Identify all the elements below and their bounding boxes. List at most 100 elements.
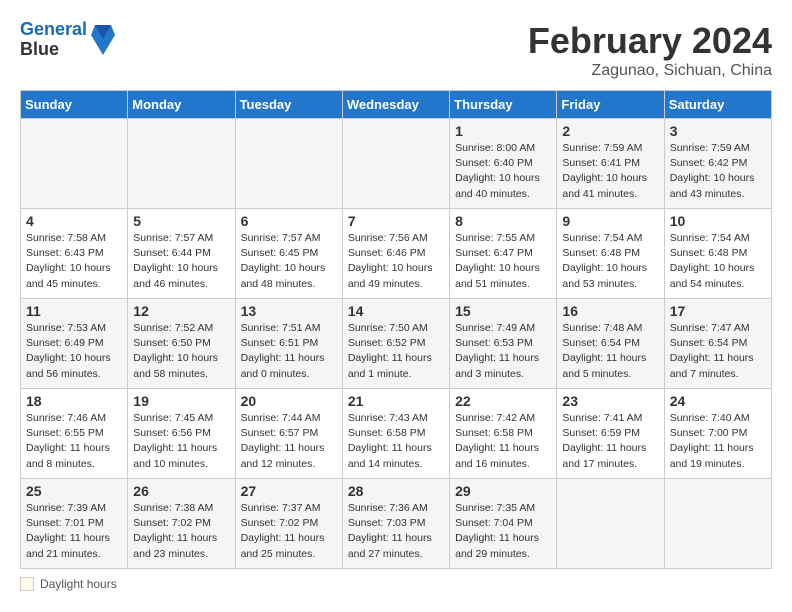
day-number: 11 <box>26 303 122 319</box>
calendar-cell: 19 Sunrise: 7:45 AM Sunset: 6:56 PM Dayli… <box>128 389 235 479</box>
day-number: 14 <box>348 303 444 319</box>
day-number: 17 <box>670 303 766 319</box>
day-number: 6 <box>241 213 337 229</box>
day-info: Sunrise: 7:47 AM Sunset: 6:54 PM Dayligh… <box>670 321 766 382</box>
day-info: Sunrise: 7:39 AM Sunset: 7:01 PM Dayligh… <box>26 501 122 562</box>
calendar-cell: 7Sunrise: 7:56 AM Sunset: 6:46 PM Daylig… <box>342 209 449 299</box>
calendar-cell: 18 Sunrise: 7:46 AM Sunset: 6:55 PM Dayli… <box>21 389 128 479</box>
day-number: 12 <box>133 303 229 319</box>
day-number: 18 <box>26 393 122 409</box>
day-info: Sunrise: 7:48 AM Sunset: 6:54 PM Dayligh… <box>562 321 658 382</box>
day-info: Sunrise: 7:59 AM Sunset: 6:41 PM Dayligh… <box>562 141 658 202</box>
page-header: General Blue February 2024 Zagunao, Sich… <box>20 20 772 80</box>
day-info: Sunrise: 7:57 AM Sunset: 6:44 PM Dayligh… <box>133 231 229 292</box>
day-info: Sunrise: 7:54 AM Sunset: 6:48 PM Dayligh… <box>670 231 766 292</box>
logo: General Blue <box>20 20 115 60</box>
calendar-cell: 6 Sunrise: 7:57 AM Sunset: 6:45 PM Daylig… <box>235 209 342 299</box>
days-header-row: SundayMondayTuesdayWednesdayThursdayFrid… <box>21 91 772 119</box>
day-number: 24 <box>670 393 766 409</box>
day-number: 8 <box>455 213 551 229</box>
logo-line2: Blue <box>20 40 87 60</box>
day-info: Sunrise: 7:54 AM Sunset: 6:48 PM Dayligh… <box>562 231 658 292</box>
day-header-saturday: Saturday <box>664 91 771 119</box>
legend: Daylight hours <box>20 577 772 591</box>
calendar-cell: 23 Sunrise: 7:41 AM Sunset: 6:59 PM Dayli… <box>557 389 664 479</box>
calendar-week-5: 25 Sunrise: 7:39 AM Sunset: 7:01 PM Dayli… <box>21 479 772 569</box>
day-info: Sunrise: 7:40 AM Sunset: 7:00 PM Dayligh… <box>670 411 766 472</box>
day-header-thursday: Thursday <box>450 91 557 119</box>
calendar-cell: 26 Sunrise: 7:38 AM Sunset: 7:02 PM Dayli… <box>128 479 235 569</box>
calendar-cell: 17 Sunrise: 7:47 AM Sunset: 6:54 PM Dayli… <box>664 299 771 389</box>
calendar-cell: 24 Sunrise: 7:40 AM Sunset: 7:00 PM Dayli… <box>664 389 771 479</box>
day-number: 23 <box>562 393 658 409</box>
day-number: 3 <box>670 123 766 139</box>
day-info: Sunrise: 7:38 AM Sunset: 7:02 PM Dayligh… <box>133 501 229 562</box>
calendar-cell: 15Sunrise: 7:49 AM Sunset: 6:53 PM Dayli… <box>450 299 557 389</box>
calendar-cell: 20 Sunrise: 7:44 AM Sunset: 6:57 PM Dayli… <box>235 389 342 479</box>
day-number: 19 <box>133 393 229 409</box>
day-number: 2 <box>562 123 658 139</box>
day-number: 5 <box>133 213 229 229</box>
day-number: 27 <box>241 483 337 499</box>
day-header-friday: Friday <box>557 91 664 119</box>
calendar-week-3: 11 Sunrise: 7:53 AM Sunset: 6:49 PM Dayli… <box>21 299 772 389</box>
day-number: 25 <box>26 483 122 499</box>
day-number: 10 <box>670 213 766 229</box>
calendar-cell: 5 Sunrise: 7:57 AM Sunset: 6:44 PM Daylig… <box>128 209 235 299</box>
calendar-cell: 4Sunrise: 7:58 AM Sunset: 6:43 PM Daylig… <box>21 209 128 299</box>
calendar-cell <box>21 119 128 209</box>
calendar-cell <box>235 119 342 209</box>
calendar-cell: 11 Sunrise: 7:53 AM Sunset: 6:49 PM Dayli… <box>21 299 128 389</box>
calendar-cell: 3 Sunrise: 7:59 AM Sunset: 6:42 PM Daylig… <box>664 119 771 209</box>
day-number: 1 <box>455 123 551 139</box>
day-info: Sunrise: 7:46 AM Sunset: 6:55 PM Dayligh… <box>26 411 122 472</box>
day-info: Sunrise: 7:50 AM Sunset: 6:52 PM Dayligh… <box>348 321 444 382</box>
calendar-cell: 29Sunrise: 7:35 AM Sunset: 7:04 PM Dayli… <box>450 479 557 569</box>
day-info: Sunrise: 7:55 AM Sunset: 6:47 PM Dayligh… <box>455 231 551 292</box>
calendar-cell: 22 Sunrise: 7:42 AM Sunset: 6:58 PM Dayli… <box>450 389 557 479</box>
day-info: Sunrise: 7:41 AM Sunset: 6:59 PM Dayligh… <box>562 411 658 472</box>
title-block: February 2024 Zagunao, Sichuan, China <box>528 20 772 80</box>
day-header-tuesday: Tuesday <box>235 91 342 119</box>
day-number: 13 <box>241 303 337 319</box>
calendar-cell <box>128 119 235 209</box>
calendar-table: SundayMondayTuesdayWednesdayThursdayFrid… <box>20 90 772 569</box>
day-info: Sunrise: 7:53 AM Sunset: 6:49 PM Dayligh… <box>26 321 122 382</box>
day-number: 22 <box>455 393 551 409</box>
day-info: Sunrise: 7:57 AM Sunset: 6:45 PM Dayligh… <box>241 231 337 292</box>
calendar-week-4: 18 Sunrise: 7:46 AM Sunset: 6:55 PM Dayli… <box>21 389 772 479</box>
logo-line1: General <box>20 20 87 40</box>
month-title: February 2024 <box>528 20 772 62</box>
calendar-cell: 2 Sunrise: 7:59 AM Sunset: 6:41 PM Daylig… <box>557 119 664 209</box>
location-subtitle: Zagunao, Sichuan, China <box>528 62 772 80</box>
calendar-cell: 27 Sunrise: 7:37 AM Sunset: 7:02 PM Dayli… <box>235 479 342 569</box>
day-info: Sunrise: 7:49 AM Sunset: 6:53 PM Dayligh… <box>455 321 551 382</box>
calendar-week-2: 4Sunrise: 7:58 AM Sunset: 6:43 PM Daylig… <box>21 209 772 299</box>
calendar-cell: 1Sunrise: 8:00 AM Sunset: 6:40 PM Daylig… <box>450 119 557 209</box>
day-info: Sunrise: 7:45 AM Sunset: 6:56 PM Dayligh… <box>133 411 229 472</box>
day-number: 21 <box>348 393 444 409</box>
day-info: Sunrise: 7:44 AM Sunset: 6:57 PM Dayligh… <box>241 411 337 472</box>
day-number: 20 <box>241 393 337 409</box>
day-number: 28 <box>348 483 444 499</box>
day-number: 7 <box>348 213 444 229</box>
calendar-cell: 25 Sunrise: 7:39 AM Sunset: 7:01 PM Dayli… <box>21 479 128 569</box>
calendar-cell: 9 Sunrise: 7:54 AM Sunset: 6:48 PM Daylig… <box>557 209 664 299</box>
day-header-sunday: Sunday <box>21 91 128 119</box>
day-number: 4 <box>26 213 122 229</box>
day-number: 9 <box>562 213 658 229</box>
day-info: Sunrise: 7:52 AM Sunset: 6:50 PM Dayligh… <box>133 321 229 382</box>
calendar-cell: 12 Sunrise: 7:52 AM Sunset: 6:50 PM Dayli… <box>128 299 235 389</box>
calendar-cell: 16Sunrise: 7:48 AM Sunset: 6:54 PM Dayli… <box>557 299 664 389</box>
calendar-cell: 28Sunrise: 7:36 AM Sunset: 7:03 PM Dayli… <box>342 479 449 569</box>
day-header-monday: Monday <box>128 91 235 119</box>
day-info: Sunrise: 7:42 AM Sunset: 6:58 PM Dayligh… <box>455 411 551 472</box>
day-info: Sunrise: 7:59 AM Sunset: 6:42 PM Dayligh… <box>670 141 766 202</box>
day-number: 26 <box>133 483 229 499</box>
calendar-cell: 10 Sunrise: 7:54 AM Sunset: 6:48 PM Dayli… <box>664 209 771 299</box>
calendar-cell: 14 Sunrise: 7:50 AM Sunset: 6:52 PM Dayli… <box>342 299 449 389</box>
legend-box <box>20 577 34 591</box>
day-number: 29 <box>455 483 551 499</box>
day-info: Sunrise: 7:43 AM Sunset: 6:58 PM Dayligh… <box>348 411 444 472</box>
day-info: Sunrise: 7:37 AM Sunset: 7:02 PM Dayligh… <box>241 501 337 562</box>
